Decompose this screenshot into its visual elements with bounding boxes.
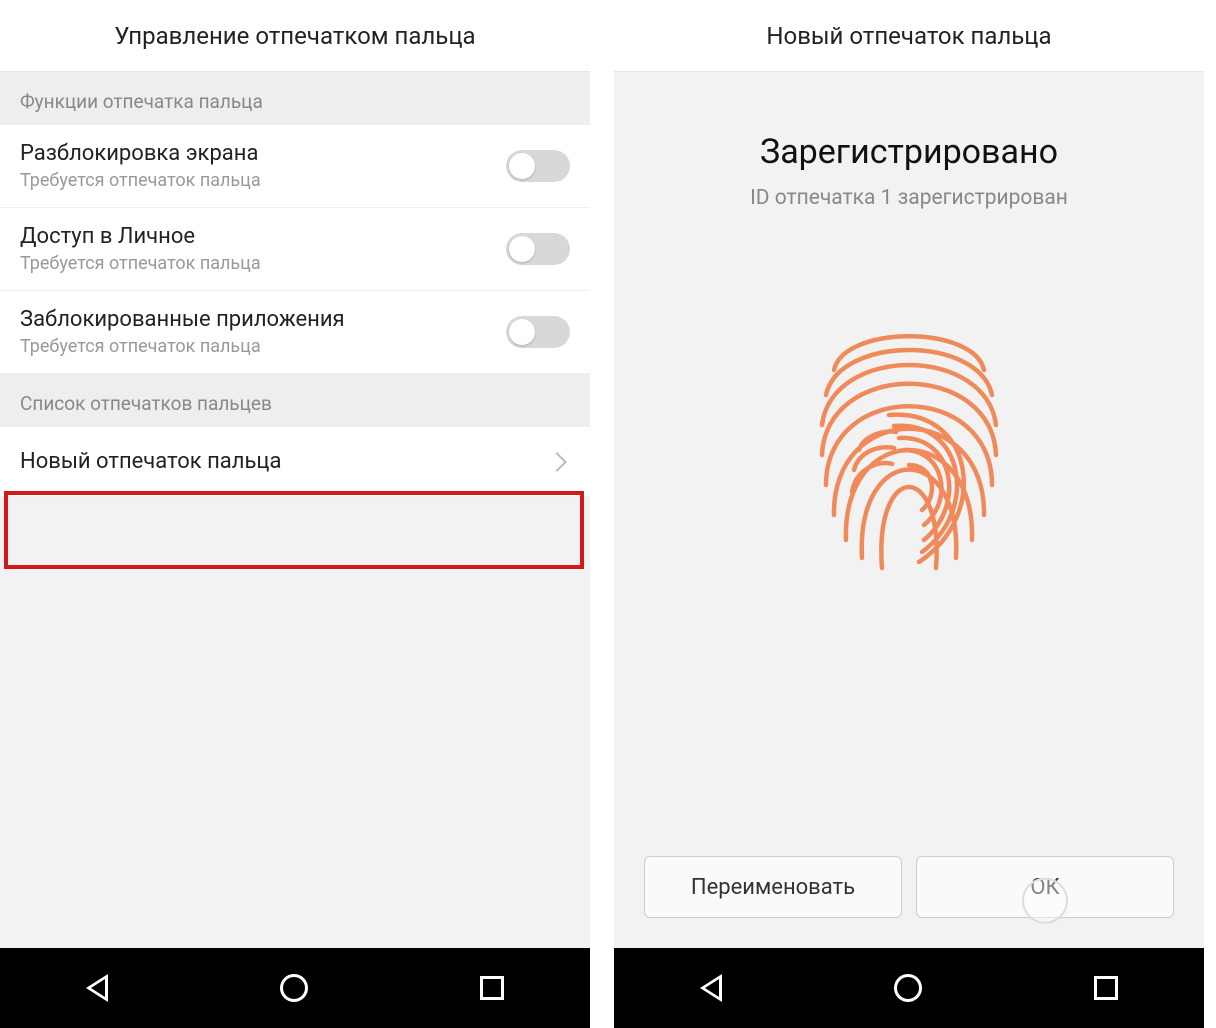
item-subtitle: Требуется отпечаток пальца [20,336,506,357]
item-title: Доступ в Личное [20,224,506,249]
ok-button[interactable]: ОК [916,856,1174,918]
navbar-left [0,948,590,1028]
item-private-access[interactable]: Доступ в Личное Требуется отпечаток паль… [0,208,590,291]
item-subtitle: Требуется отпечаток пальца [20,253,506,274]
item-subtitle: Требуется отпечаток пальца [20,170,506,191]
section-list-label: Список отпечатков пальцев [0,374,590,427]
toggle-private-access[interactable] [506,233,570,265]
item-locked-apps[interactable]: Заблокированные приложения Требуется отп… [0,291,590,374]
phone-right: Новый отпечаток пальца Зарегистрировано … [614,0,1204,1028]
header-right: Новый отпечаток пальца [614,0,1204,72]
nav-home-icon[interactable] [894,974,922,1002]
item-text: Разблокировка экрана Требуется отпечаток… [20,141,506,191]
blank-area [0,497,590,948]
rename-button-label: Переименовать [691,875,855,900]
rename-button[interactable]: Переименовать [644,856,902,918]
fingerprint-icon [804,300,1014,580]
ok-button-label: ОК [1030,875,1059,900]
item-title: Заблокированные приложения [20,307,506,332]
header-title-left: Управление отпечатком пальца [114,22,475,50]
phone-left: Управление отпечатком пальца Функции отп… [0,0,590,1028]
new-fingerprint-label: Новый отпечаток пальца [20,449,281,474]
registered-subtitle: ID отпечатка 1 зарегистрирован [750,186,1068,210]
nav-back-icon[interactable] [86,974,108,1002]
toggle-locked-apps[interactable] [506,316,570,348]
item-text: Доступ в Личное Требуется отпечаток паль… [20,224,506,274]
registration-body: Зарегистрировано ID отпечатка 1 зарегист… [614,72,1204,948]
section-functions-label: Функции отпечатка пальца [0,72,590,125]
nav-home-icon[interactable] [280,974,308,1002]
item-screen-unlock[interactable]: Разблокировка экрана Требуется отпечаток… [0,125,590,208]
registered-title: Зарегистрировано [760,132,1058,172]
chevron-right-icon [547,452,567,472]
nav-recent-icon[interactable] [1094,976,1118,1000]
header-left: Управление отпечатком пальца [0,0,590,72]
nav-recent-icon[interactable] [480,976,504,1000]
item-new-fingerprint[interactable]: Новый отпечаток пальца [0,427,590,497]
toggle-screen-unlock[interactable] [506,150,570,182]
item-text: Заблокированные приложения Требуется отп… [20,307,506,357]
item-title: Разблокировка экрана [20,141,506,166]
nav-back-icon[interactable] [700,974,722,1002]
button-row: Переименовать ОК [614,856,1204,918]
navbar-right [614,948,1204,1028]
header-title-right: Новый отпечаток пальца [766,22,1051,50]
